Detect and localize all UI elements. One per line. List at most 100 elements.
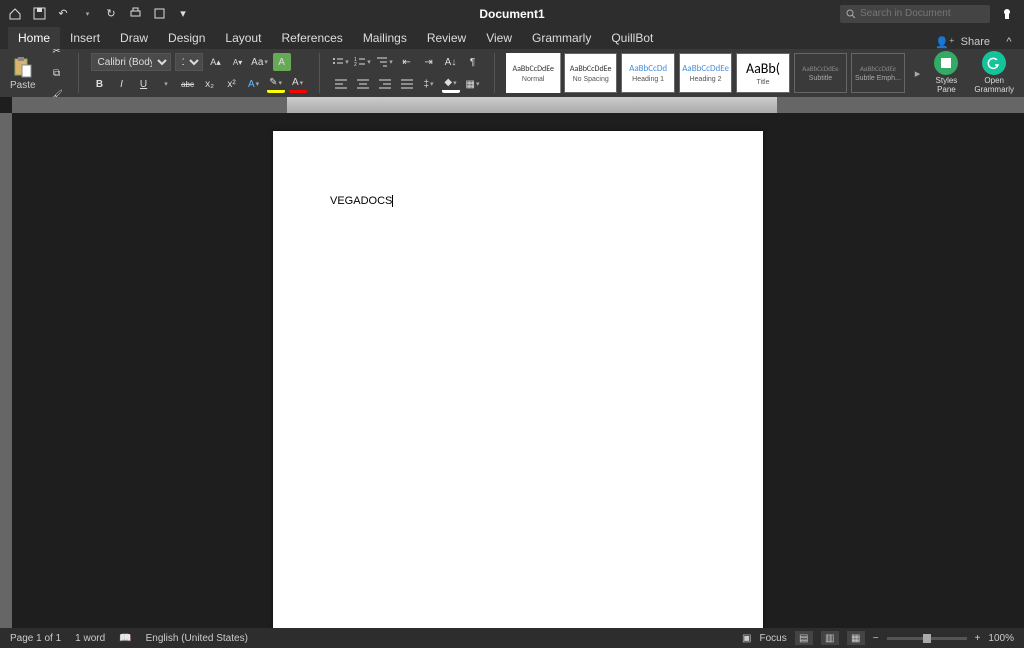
styles-gallery: AaBbCcDdEeNormal AaBbCcDdEeNo Spacing Aa… <box>506 53 904 93</box>
touch-mode-icon[interactable] <box>152 7 166 21</box>
grammarly-icon <box>982 51 1006 75</box>
tab-review[interactable]: Review <box>417 27 476 49</box>
undo-icon[interactable]: ↶ <box>56 7 70 21</box>
underline-dropdown-icon[interactable] <box>157 75 175 93</box>
document-canvas[interactable]: VEGADOCS <box>12 113 1024 628</box>
tab-insert[interactable]: Insert <box>60 27 110 49</box>
zoom-value[interactable]: 100% <box>988 633 1014 644</box>
style-no-spacing[interactable]: AaBbCcDdEeNo Spacing <box>564 53 617 93</box>
outline-view-icon[interactable]: ▦ <box>847 631 865 645</box>
styles-pane-icon <box>934 51 958 75</box>
line-spacing-icon[interactable]: ‡ <box>420 75 438 93</box>
print-icon[interactable] <box>128 7 142 21</box>
styles-pane-button[interactable]: Styles Pane <box>930 51 962 95</box>
borders-icon[interactable]: ▦ <box>464 75 482 93</box>
align-left-icon[interactable] <box>332 75 350 93</box>
text-effects-icon[interactable]: A <box>245 75 263 93</box>
shading-icon[interactable]: ◆ <box>442 75 460 93</box>
justify-icon[interactable] <box>398 75 416 93</box>
svg-text:2: 2 <box>354 62 357 68</box>
search-icon <box>846 9 856 19</box>
print-layout-view-icon[interactable]: ▤ <box>795 631 813 645</box>
qat-more-icon[interactable]: ▾ <box>176 7 190 21</box>
style-heading2[interactable]: AaBbCcDdEeHeading 2 <box>679 53 732 93</box>
grammarly-button[interactable]: Open Grammarly <box>970 51 1018 95</box>
tab-view[interactable]: View <box>476 27 522 49</box>
font-size-combo[interactable]: 12 <box>175 53 203 71</box>
underline-button[interactable]: U <box>135 75 153 93</box>
word-count[interactable]: 1 word <box>75 633 105 644</box>
sort-icon[interactable]: A↓ <box>442 53 460 71</box>
italic-button[interactable]: I <box>113 75 131 93</box>
tab-design[interactable]: Design <box>158 27 215 49</box>
tab-grammarly[interactable]: Grammarly <box>522 27 601 49</box>
style-title[interactable]: AaBb(Title <box>736 53 789 93</box>
document-title: Document1 <box>479 7 544 21</box>
workspace: VEGADOCS <box>0 113 1024 628</box>
multilevel-icon[interactable] <box>376 53 394 71</box>
home-icon[interactable] <box>8 7 22 21</box>
highlight-icon[interactable]: ✎ <box>267 75 285 93</box>
focus-mode-icon[interactable]: ▣ <box>742 633 751 644</box>
focus-label[interactable]: Focus <box>760 633 787 644</box>
zoom-in-icon[interactable]: + <box>975 633 981 644</box>
tab-layout[interactable]: Layout <box>215 27 271 49</box>
notification-icon[interactable] <box>998 5 1016 23</box>
pilcrow-icon[interactable]: ¶ <box>464 53 482 71</box>
share-button[interactable]: Share <box>961 36 990 48</box>
text-cursor <box>392 195 393 207</box>
align-right-icon[interactable] <box>376 75 394 93</box>
tab-home[interactable]: Home <box>8 27 60 49</box>
shrink-font-icon[interactable]: A▾ <box>229 53 247 71</box>
indent-icon[interactable]: ⇥ <box>420 53 438 71</box>
tab-quillbot[interactable]: QuillBot <box>601 27 663 49</box>
numbering-icon[interactable]: 12 <box>354 53 372 71</box>
collapse-ribbon-icon[interactable]: ^ <box>1002 35 1016 49</box>
copy-icon[interactable]: ⧉ <box>48 64 66 82</box>
search-input[interactable] <box>860 8 984 19</box>
paste-icon[interactable] <box>13 56 33 78</box>
ribbon: Paste ✂ ⧉ 🖌 Calibri (Body) 12 A▴ A▾ Aa A… <box>0 49 1024 97</box>
spellcheck-icon[interactable]: 📖 <box>119 633 131 644</box>
search-box[interactable] <box>840 5 990 23</box>
subscript-button[interactable]: x₂ <box>201 75 219 93</box>
style-subtitle[interactable]: AaBbCcDdEeSubtitle <box>794 53 847 93</box>
bullets-icon[interactable] <box>332 53 350 71</box>
style-normal[interactable]: AaBbCcDdEeNormal <box>506 53 559 93</box>
tab-mailings[interactable]: Mailings <box>353 27 417 49</box>
font-name-combo[interactable]: Calibri (Body) <box>91 53 171 71</box>
page[interactable]: VEGADOCS <box>273 131 763 628</box>
styles-more-icon[interactable]: ▸ <box>913 53 923 93</box>
share-icon: 👤⁺ <box>935 36 955 49</box>
bold-button[interactable]: B <box>91 75 109 93</box>
strike-button[interactable]: abc <box>179 75 197 93</box>
style-subtle-emph[interactable]: AaBbCcDdEeSubtle Emph... <box>851 53 904 93</box>
superscript-button[interactable]: x² <box>223 75 241 93</box>
save-icon[interactable] <box>32 7 46 21</box>
style-heading1[interactable]: AaBbCcDdHeading 1 <box>621 53 674 93</box>
change-case-icon[interactable]: Aa <box>251 53 269 71</box>
web-layout-view-icon[interactable]: ▥ <box>821 631 839 645</box>
paragraph-group: 12 ⇤ ⇥ A↓ ¶ ‡ ◆ ▦ <box>332 53 482 93</box>
align-center-icon[interactable] <box>354 75 372 93</box>
paste-label: Paste <box>10 80 36 91</box>
zoom-out-icon[interactable]: − <box>873 633 879 644</box>
ribbon-tabs: Home Insert Draw Design Layout Reference… <box>0 27 1024 49</box>
tab-draw[interactable]: Draw <box>110 27 158 49</box>
vertical-ruler[interactable] <box>0 113 12 628</box>
clipboard-small: ✂ ⧉ 🖌 <box>48 42 66 104</box>
grow-font-icon[interactable]: A▴ <box>207 53 225 71</box>
zoom-slider[interactable] <box>887 637 967 640</box>
redo-icon[interactable]: ↻ <box>104 7 118 21</box>
horizontal-ruler[interactable] <box>12 97 1024 113</box>
page-count[interactable]: Page 1 of 1 <box>10 633 61 644</box>
document-text[interactable]: VEGADOCS <box>330 194 706 207</box>
undo-dropdown-icon[interactable] <box>80 7 94 21</box>
font-color-icon[interactable]: A <box>289 75 307 93</box>
tab-references[interactable]: References <box>271 27 352 49</box>
language-status[interactable]: English (United States) <box>146 633 248 644</box>
status-bar: Page 1 of 1 1 word 📖 English (United Sta… <box>0 628 1024 648</box>
title-bar: ↶ ↻ ▾ Document1 <box>0 0 1024 27</box>
clear-format-icon[interactable]: A <box>273 53 291 71</box>
dedent-icon[interactable]: ⇤ <box>398 53 416 71</box>
